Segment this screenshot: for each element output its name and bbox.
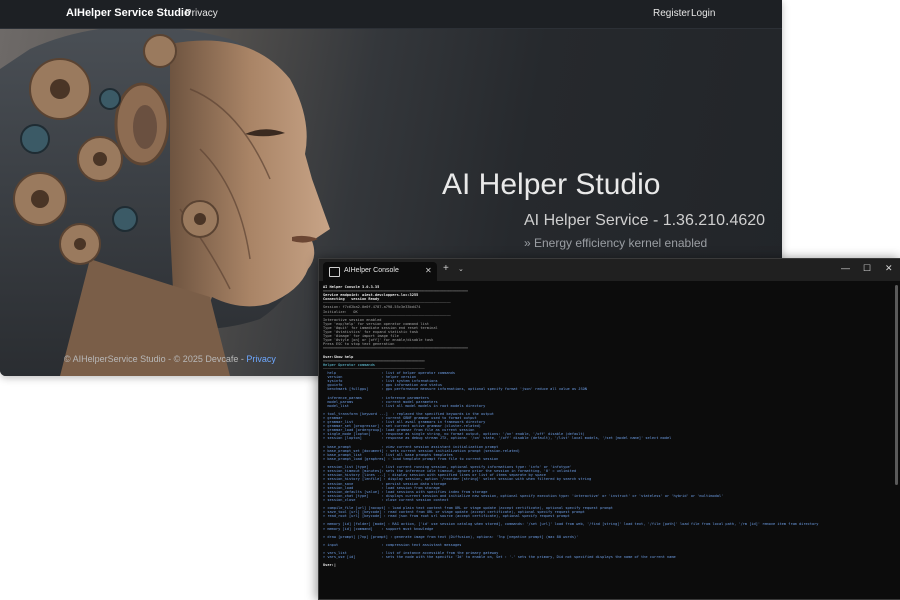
terminal-window: AIHelper Console ✕ + ⌄ — ☐ ✕ AI Helper C… bbox=[318, 258, 900, 600]
hero-feature-text: » Energy efficiency kernel enabled bbox=[524, 236, 708, 250]
new-tab-icon[interactable]: + bbox=[443, 263, 449, 274]
terminal-line: > memory [id] [folder] [mode] : RAG acti… bbox=[323, 522, 819, 527]
nav-privacy-link[interactable]: Privacy bbox=[185, 8, 218, 19]
nav-register-link[interactable]: Register bbox=[653, 8, 690, 19]
terminal-tab-title: AIHelper Console bbox=[344, 267, 399, 274]
minimize-icon[interactable]: — bbox=[841, 263, 850, 273]
footer-text: © AIHelperService Studio - © 2025 Devcaf… bbox=[64, 354, 247, 364]
top-navbar: AIHelper Service Studio Privacy Register… bbox=[0, 0, 782, 29]
terminal-output[interactable]: AI Helper Console 3.0.3.35 ══════════════… bbox=[323, 285, 889, 567]
footer-privacy-link[interactable]: Privacy bbox=[246, 354, 276, 364]
terminal-titlebar[interactable]: AIHelper Console ✕ + ⌄ — ☐ ✕ bbox=[319, 259, 900, 281]
maximize-icon[interactable]: ☐ bbox=[863, 263, 871, 274]
terminal-scrollbar[interactable] bbox=[895, 285, 898, 485]
brand-link[interactable]: AIHelper Service Studio bbox=[66, 7, 191, 19]
nav-login-link[interactable]: Login bbox=[691, 8, 715, 19]
tab-close-icon[interactable]: ✕ bbox=[425, 266, 432, 275]
terminal-line: User:| bbox=[323, 563, 336, 568]
terminal-tab[interactable]: AIHelper Console ✕ bbox=[323, 262, 437, 281]
tab-dropdown-icon[interactable]: ⌄ bbox=[458, 265, 464, 273]
close-icon[interactable]: ✕ bbox=[885, 263, 893, 274]
page-footer: © AIHelperService Studio - © 2025 Devcaf… bbox=[64, 354, 276, 364]
hero-title: AI Helper Studio bbox=[442, 168, 661, 201]
hero-subtitle: AI Helper Service - 1.36.210.4620 bbox=[524, 212, 766, 229]
terminal-icon bbox=[329, 267, 340, 277]
